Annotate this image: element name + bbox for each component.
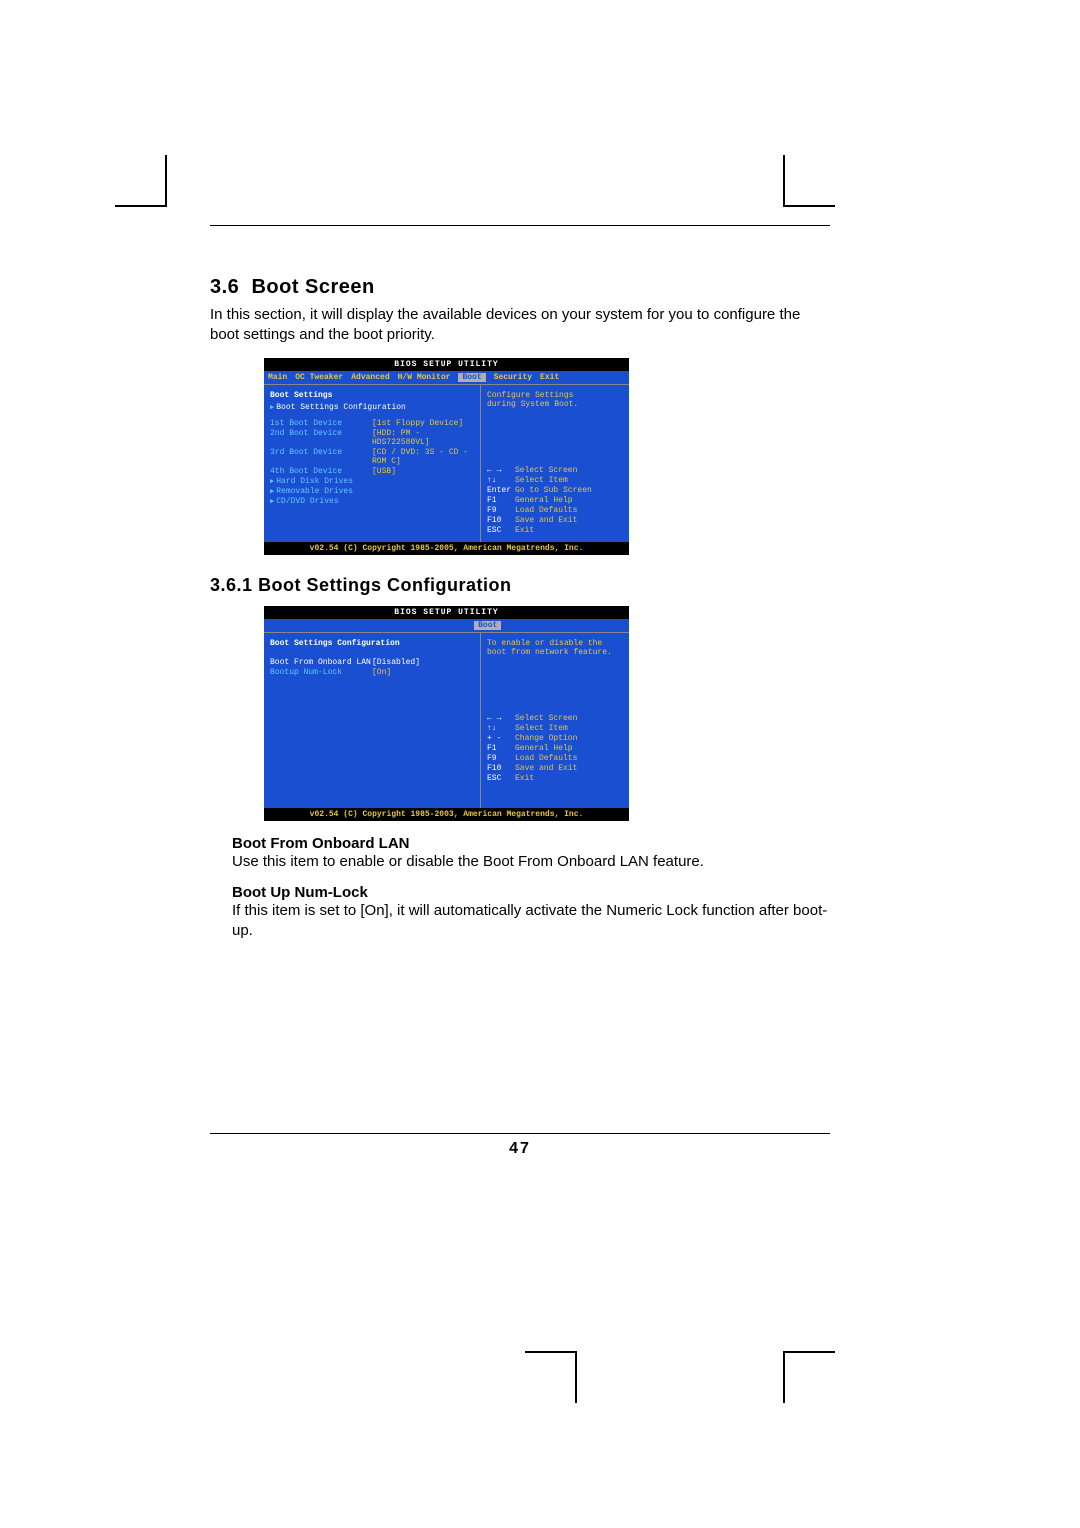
bios-tab: Advanced (351, 373, 389, 382)
bios-device-value: [CD / DVD: 3S - CD - ROM C] (372, 448, 474, 466)
bios-key: F1 (487, 496, 515, 505)
bios-key: F10 (487, 764, 515, 773)
subsection-heading: Boot Settings Configuration (258, 575, 511, 595)
bios-option-label: Bootup Num-Lock (270, 668, 372, 677)
bios-tab-bar: pad Boot (264, 619, 629, 632)
bios-footer: v02.54 (C) Copyright 1985-2005, American… (264, 542, 629, 555)
crop-mark (150, 155, 167, 205)
section-intro: In this section, it will display the ava… (210, 305, 830, 346)
page-number: 47 (210, 1133, 830, 1158)
bios-key: ← → (487, 466, 515, 475)
bios-device-value: [USB] (372, 467, 474, 476)
subsection-number: 3.6.1 (210, 575, 253, 595)
bios-key-desc: Change Option (515, 734, 577, 743)
bios-screenshot-2: BIOS SETUP UTILITY pad Boot Boot Setting… (264, 606, 629, 821)
bios-drive-group: CD/DVD Drives (270, 497, 474, 506)
crop-mark (560, 1353, 577, 1403)
bios-option-label: Boot From Onboard LAN (270, 658, 372, 667)
bios-tab-bar: Main OC Tweaker Advanced H/W Monitor Boo… (264, 371, 629, 384)
bios-drive-group: Removable Drives (270, 487, 474, 496)
bios-key: + - (487, 734, 515, 743)
bios-key-desc: Load Defaults (515, 506, 577, 515)
bios-screenshot-1: BIOS SETUP UTILITY Main OC Tweaker Advan… (264, 358, 629, 555)
bios-key: ↑↓ (487, 724, 515, 733)
bios-device-value: [1st Floppy Device] (372, 419, 474, 428)
bios-key-desc: General Help (515, 496, 573, 505)
bios-title: BIOS SETUP UTILITY (264, 358, 629, 371)
bios-key-desc: Select Screen (515, 466, 577, 475)
bios-tab: OC Tweaker (295, 373, 343, 382)
bios-subsection: Boot Settings Configuration (270, 403, 474, 412)
item-text: Use this item to enable or disable the B… (232, 852, 830, 872)
section-heading: Boot Screen (251, 276, 374, 298)
bios-device-label: 4th Boot Device (270, 467, 372, 476)
bios-key-desc: Load Defaults (515, 754, 577, 763)
bios-tab-active: Boot (458, 373, 485, 382)
bios-help-line: during System Boot. (487, 400, 623, 409)
bios-device-label: 1st Boot Device (270, 419, 372, 428)
bios-device-label: 3rd Boot Device (270, 448, 372, 466)
bios-section-header: Boot Settings (270, 391, 474, 400)
section-number: 3.6 (210, 276, 239, 298)
subsection-title: 3.6.1 Boot Settings Configuration (210, 575, 830, 596)
bios-drive-group: Hard Disk Drives (270, 477, 474, 486)
bios-key: F9 (487, 754, 515, 763)
bios-help-text: Configure Settings during System Boot. (487, 391, 623, 409)
bios-key-legend: ← →Select Screen ↑↓Select Item + -Change… (487, 714, 623, 783)
bios-key: ← → (487, 714, 515, 723)
bios-key-desc: Save and Exit (515, 516, 577, 525)
bios-key-desc: Select Screen (515, 714, 577, 723)
bios-device-value: [HDD: PM - HDS722580VL] (372, 429, 474, 447)
bios-key-desc: Exit (515, 774, 534, 783)
bios-key-desc: Save and Exit (515, 764, 577, 773)
bios-key-desc: Select Item (515, 724, 568, 733)
bios-help-line: To enable or disable the (487, 639, 623, 648)
bios-device-label: 2nd Boot Device (270, 429, 372, 447)
item-heading: Boot From Onboard LAN (232, 835, 830, 852)
bios-tab: H/W Monitor (398, 373, 451, 382)
bios-option-value: [Disabled] (372, 658, 474, 667)
bios-tab-active: Boot (474, 621, 501, 630)
bios-key-desc: Go to Sub Screen (515, 486, 592, 495)
bios-key: ESC (487, 774, 515, 783)
bios-option-value: [On] (372, 668, 474, 677)
bios-tab: Security (494, 373, 532, 382)
bios-key-legend: ← →Select Screen ↑↓Select Item EnterGo t… (487, 466, 623, 535)
item-heading: Boot Up Num-Lock (232, 884, 830, 901)
bios-key-desc: Exit (515, 526, 534, 535)
bios-help-line: Configure Settings (487, 391, 623, 400)
bios-key-desc: Select Item (515, 476, 568, 485)
bios-key: ↑↓ (487, 476, 515, 485)
bios-section-header: Boot Settings Configuration (270, 639, 474, 648)
bios-tab: Main (268, 373, 287, 382)
crop-mark (783, 155, 835, 207)
bios-key: ESC (487, 526, 515, 535)
section-title: 3.6 Boot Screen (210, 276, 830, 299)
item-text: If this item is set to [On], it will aut… (232, 901, 830, 942)
crop-mark (783, 1353, 800, 1403)
bios-key: F9 (487, 506, 515, 515)
bios-key: F1 (487, 744, 515, 753)
bios-key: Enter (487, 486, 515, 495)
top-rule (210, 225, 830, 226)
bios-help-text: To enable or disable the boot from netwo… (487, 639, 623, 657)
bios-key: F10 (487, 516, 515, 525)
bios-footer: v02.54 (C) Copyright 1985-2003, American… (264, 808, 629, 821)
bios-tab: Exit (540, 373, 559, 382)
bios-key-desc: General Help (515, 744, 573, 753)
page-content: 3.6 Boot Screen In this section, it will… (210, 225, 830, 1158)
bios-title: BIOS SETUP UTILITY (264, 606, 629, 619)
bios-help-line: boot from network feature. (487, 648, 623, 657)
